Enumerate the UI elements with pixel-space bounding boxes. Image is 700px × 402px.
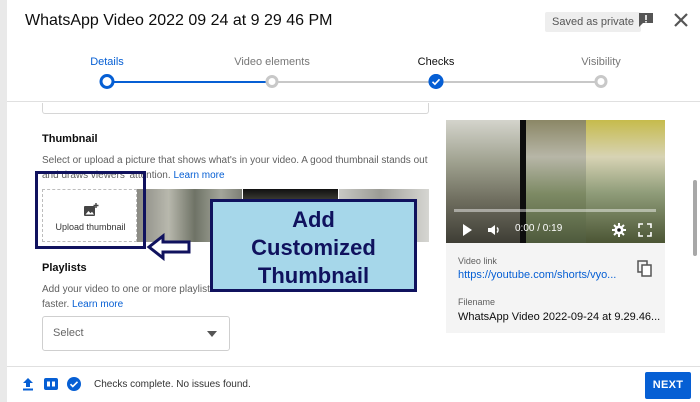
thumbnail-learn-more-link[interactable]: Learn more (173, 170, 224, 181)
next-button[interactable]: NEXT (645, 372, 691, 399)
feedback-icon[interactable] (638, 12, 654, 28)
video-progress-bar[interactable] (454, 209, 656, 212)
close-icon[interactable] (671, 10, 691, 30)
copy-icon[interactable] (637, 260, 653, 278)
content-scrollbar[interactable] (693, 180, 697, 256)
dialog-title: WhatsApp Video 2022 09 24 at 9 29 46 PM (25, 12, 333, 29)
step-checks-label[interactable]: Checks (418, 56, 455, 68)
playlists-description-line1: Add your video to one or more playlists. (42, 284, 218, 295)
filename-label: Filename (458, 297, 496, 307)
step-details-dot[interactable] (99, 74, 115, 89)
play-icon[interactable] (460, 223, 474, 237)
annotation-highlight-box (35, 171, 146, 249)
thumbnail-heading: Thumbnail (42, 133, 98, 145)
step-details-label[interactable]: Details (90, 56, 124, 68)
video-preview[interactable]: 0:00 / 0:19 (446, 120, 665, 243)
filename-value: WhatsApp Video 2022-09-24 at 9.29.46... (458, 311, 661, 323)
upload-dialog: WhatsApp Video 2022 09 24 at 9 29 46 PM … (7, 0, 700, 402)
settings-gear-icon[interactable] (612, 223, 626, 237)
playlists-learn-more-link[interactable]: Learn more (72, 299, 123, 310)
fullscreen-icon[interactable] (638, 223, 652, 237)
playlists-description: Add your video to one or more playlists.… (42, 282, 222, 312)
video-link-label: Video link (458, 256, 497, 266)
annotation-callout: Add Customized Thumbnail (210, 199, 417, 292)
checks-status-text: Checks complete. No issues found. (94, 379, 251, 390)
dialog-footer: Checks complete. No issues found. NEXT (7, 366, 700, 402)
step-video-elements-label[interactable]: Video elements (234, 56, 310, 68)
video-metadata: Video link https://youtube.com/shorts/vy… (446, 243, 665, 333)
details-content: Thumbnail Select or upload a picture tha… (7, 103, 700, 365)
stepper-connector (107, 81, 272, 83)
upload-arrow-icon[interactable] (21, 377, 35, 391)
step-visibility-dot[interactable] (594, 75, 608, 88)
dialog-header: WhatsApp Video 2022 09 24 at 9 29 46 PM … (7, 0, 700, 44)
previous-field[interactable] (42, 103, 429, 114)
playlist-select-value: Select (53, 327, 84, 339)
playlists-description-tail: faster. (42, 299, 70, 310)
stepper-connector (272, 81, 436, 83)
step-checks-check-icon[interactable] (428, 74, 444, 89)
annotation-text: Add Customized Thumbnail (251, 207, 376, 288)
saved-status-chip: Saved as private (545, 12, 641, 32)
annotation-arrow-icon (146, 233, 191, 261)
video-controls: 0:00 / 0:19 (446, 220, 665, 240)
video-link[interactable]: https://youtube.com/shorts/vyo... (458, 269, 616, 281)
upload-stepper: Details Video elements Checks Visibility (7, 44, 700, 102)
step-visibility-label[interactable]: Visibility (581, 56, 621, 68)
playlists-description-line2: faster. Learn more (42, 297, 222, 312)
stepper-connector (436, 81, 601, 83)
checks-complete-icon[interactable] (67, 377, 81, 391)
playlists-heading: Playlists (42, 262, 87, 274)
video-time: 0:00 / 0:19 (515, 223, 563, 234)
playlist-select[interactable]: Select (42, 316, 230, 351)
volume-icon[interactable] (487, 223, 501, 237)
hd-badge-icon[interactable] (44, 377, 58, 391)
step-video-elements-dot[interactable] (265, 75, 279, 88)
dropdown-caret-icon (207, 331, 217, 337)
